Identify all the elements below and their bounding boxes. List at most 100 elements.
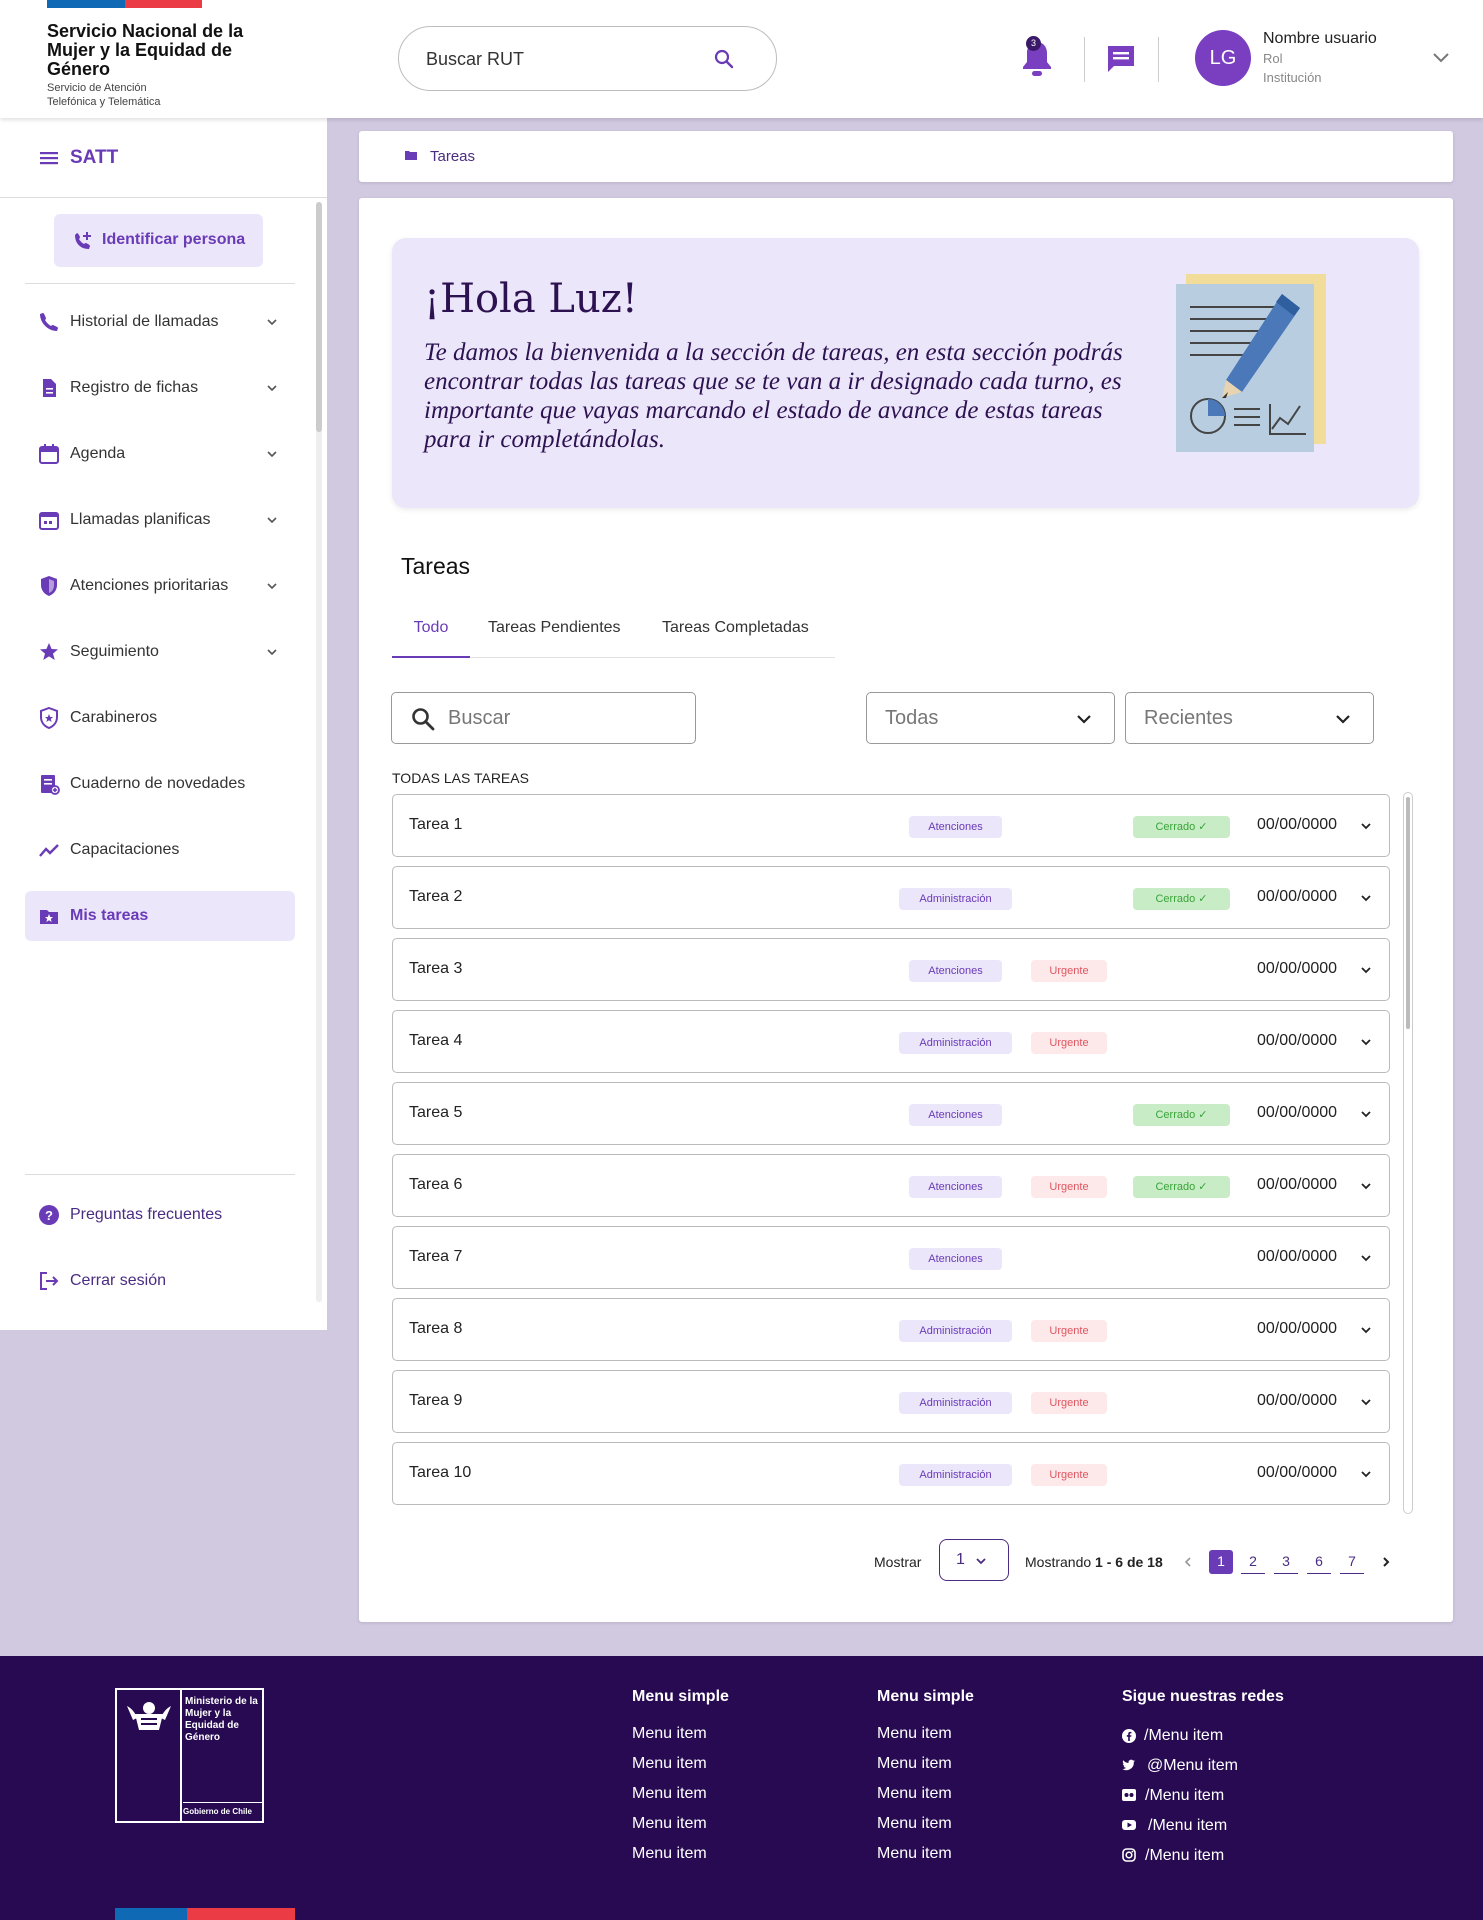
task-row[interactable]: Tarea 9 Administración Urgente 00/00/0000 (392, 1370, 1390, 1433)
urgent-badge: Urgente (1031, 1320, 1107, 1342)
footer-link[interactable]: Menu item (632, 1815, 707, 1833)
task-name: Tarea 5 (409, 1104, 463, 1121)
chevron-left-icon[interactable] (1181, 1555, 1195, 1569)
tab-todo[interactable]: Todo (392, 608, 470, 658)
identify-person-button[interactable]: Identificar persona (54, 214, 263, 267)
sidebar-item-label: Carabineros (70, 709, 158, 726)
chevron-down-icon[interactable] (1359, 1179, 1373, 1193)
banner-greeting: ¡Hola Luz! (424, 276, 638, 322)
category-badge: Administración (899, 1032, 1012, 1054)
task-list-label: TODAS LAS TAREAS (392, 770, 529, 786)
sidebar-item-registro[interactable]: Registro de fichas (25, 363, 295, 413)
sidebar-header: SATT (0, 118, 327, 198)
tab-completadas[interactable]: Tareas Completadas (662, 608, 832, 658)
footer-column-title: Menu simple (632, 1688, 729, 1705)
sidebar-item-llamadas-planificas[interactable]: Llamadas planificas (25, 495, 295, 545)
chevron-right-icon[interactable] (1379, 1555, 1393, 1569)
sidebar-item-label: Agenda (70, 445, 126, 462)
category-badge: Atenciones (909, 960, 1002, 982)
sidebar-item-label: Registro de fichas (70, 379, 199, 396)
social-link-flickr[interactable]: /Menu item (1145, 1787, 1224, 1805)
page-1[interactable]: 1 (1209, 1550, 1233, 1574)
page-3[interactable]: 3 (1274, 1550, 1298, 1574)
footer-link[interactable]: Menu item (877, 1725, 952, 1743)
menu-icon[interactable] (38, 148, 60, 168)
chevron-down-icon[interactable] (1359, 1467, 1373, 1481)
task-row[interactable]: Tarea 3 Atenciones Urgente 00/00/0000 (392, 938, 1390, 1001)
page-size-select[interactable]: 1 (939, 1539, 1009, 1581)
chevron-down-icon (267, 385, 277, 392)
sidebar-item-agenda[interactable]: Agenda (25, 429, 295, 479)
chevron-down-icon[interactable] (1359, 1323, 1373, 1337)
sidebar-item-faq[interactable]: ? Preguntas frecuentes (25, 1190, 295, 1240)
task-row[interactable]: Tarea 10 Administración Urgente 00/00/0000 (392, 1442, 1390, 1505)
footer-link[interactable]: Menu item (632, 1785, 707, 1803)
welcome-banner: ¡Hola Luz! Te damos la bienvenida a la s… (392, 238, 1419, 508)
sidebar-item-label: Capacitaciones (70, 841, 180, 858)
task-row[interactable]: Tarea 2 Administración Cerrado ✓ 00/00/0000 (392, 866, 1390, 929)
page-2[interactable]: 2 (1241, 1550, 1265, 1574)
user-avatar[interactable]: LG (1195, 30, 1251, 86)
page-size-value: 1 (956, 1551, 965, 1568)
calendar-icon (39, 444, 59, 464)
task-row[interactable]: Tarea 5 Atenciones Cerrado ✓ 00/00/0000 (392, 1082, 1390, 1145)
sidebar-item-carabineros[interactable]: Carabineros (25, 693, 295, 743)
sidebar-scrollbar[interactable] (316, 202, 322, 1302)
page-6[interactable]: 6 (1307, 1550, 1331, 1574)
task-row[interactable]: Tarea 1 Atenciones Cerrado ✓ 00/00/0000 (392, 794, 1390, 857)
tab-pendientes[interactable]: Tareas Pendientes (488, 608, 638, 658)
task-date: 00/00/0000 (1257, 1032, 1338, 1049)
social-link-instagram[interactable]: /Menu item (1145, 1847, 1224, 1865)
task-search-input[interactable]: Buscar (391, 692, 696, 744)
social-link-youtube[interactable]: /Menu item (1148, 1817, 1227, 1835)
footer-link[interactable]: Menu item (877, 1785, 952, 1803)
page-7[interactable]: 7 (1340, 1550, 1364, 1574)
chevron-down-icon (1077, 715, 1091, 724)
chevron-down-icon (267, 319, 277, 326)
urgent-badge: Urgente (1031, 1464, 1107, 1486)
sidebar-item-capacitaciones[interactable]: Capacitaciones (25, 825, 295, 875)
chevron-down-icon[interactable] (1359, 1251, 1373, 1265)
sidebar-item-mis-tareas[interactable]: Mis tareas (25, 891, 295, 941)
task-row[interactable]: Tarea 4 Administración Urgente 00/00/0000 (392, 1010, 1390, 1073)
sidebar-item-logout[interactable]: Cerrar sesión (25, 1256, 295, 1306)
chevron-down-icon[interactable] (1359, 891, 1373, 905)
sidebar-item-atenciones-prioritarias[interactable]: Atenciones prioritarias (25, 561, 295, 611)
footer-link[interactable]: Menu item (632, 1845, 707, 1863)
sidebar-item-historial[interactable]: Historial de llamadas (25, 297, 295, 347)
breadcrumb-item[interactable]: Tareas (430, 148, 475, 165)
task-search-placeholder: Buscar (448, 707, 511, 729)
order-filter-select[interactable]: Recientes (1125, 692, 1374, 744)
chevron-down-icon[interactable] (1359, 819, 1373, 833)
footer-link[interactable]: Menu item (632, 1725, 707, 1743)
chevron-down-icon[interactable] (1359, 1035, 1373, 1049)
task-row[interactable]: Tarea 8 Administración Urgente 00/00/0000 (392, 1298, 1390, 1361)
sidebar-item-seguimiento[interactable]: Seguimiento (25, 627, 295, 677)
ministry-logo: Ministerio de la Mujer y la Equidad de G… (115, 1688, 264, 1823)
rut-search-input[interactable]: Buscar RUT (398, 26, 777, 91)
task-row[interactable]: Tarea 6 Atenciones Urgente Cerrado ✓ 00/00/0… (392, 1154, 1390, 1217)
footer-link[interactable]: Menu item (632, 1755, 707, 1773)
task-list-scrollbar[interactable] (1403, 792, 1413, 1514)
search-icon[interactable] (712, 47, 736, 71)
footer-link[interactable]: Menu item (877, 1845, 952, 1863)
footer-link[interactable]: Menu item (877, 1755, 952, 1773)
chevron-down-icon (1336, 715, 1350, 724)
chevron-down-icon (267, 517, 277, 524)
chat-icon[interactable] (1104, 42, 1138, 76)
chevron-down-icon[interactable] (1359, 1107, 1373, 1121)
task-name: Tarea 7 (409, 1248, 463, 1265)
chevron-down-icon[interactable] (1359, 1395, 1373, 1409)
task-row[interactable]: Tarea 7 Atenciones 00/00/0000 (392, 1226, 1390, 1289)
social-link-facebook[interactable]: /Menu item (1144, 1727, 1223, 1745)
task-date: 00/00/0000 (1257, 888, 1338, 905)
task-date: 00/00/0000 (1257, 1320, 1338, 1337)
chevron-down-icon[interactable] (1359, 963, 1373, 977)
status-filter-select[interactable]: Todas (866, 692, 1115, 744)
sidebar-item-cuaderno[interactable]: Cuaderno de novedades (25, 759, 295, 809)
calendar-event-icon (39, 512, 59, 530)
chevron-down-icon[interactable] (1430, 46, 1452, 68)
social-link-twitter[interactable]: @Menu item (1147, 1757, 1238, 1775)
footer-link[interactable]: Menu item (877, 1815, 952, 1833)
showing-text: Mostrando 1 - 6 de 18 (1025, 1554, 1163, 1570)
